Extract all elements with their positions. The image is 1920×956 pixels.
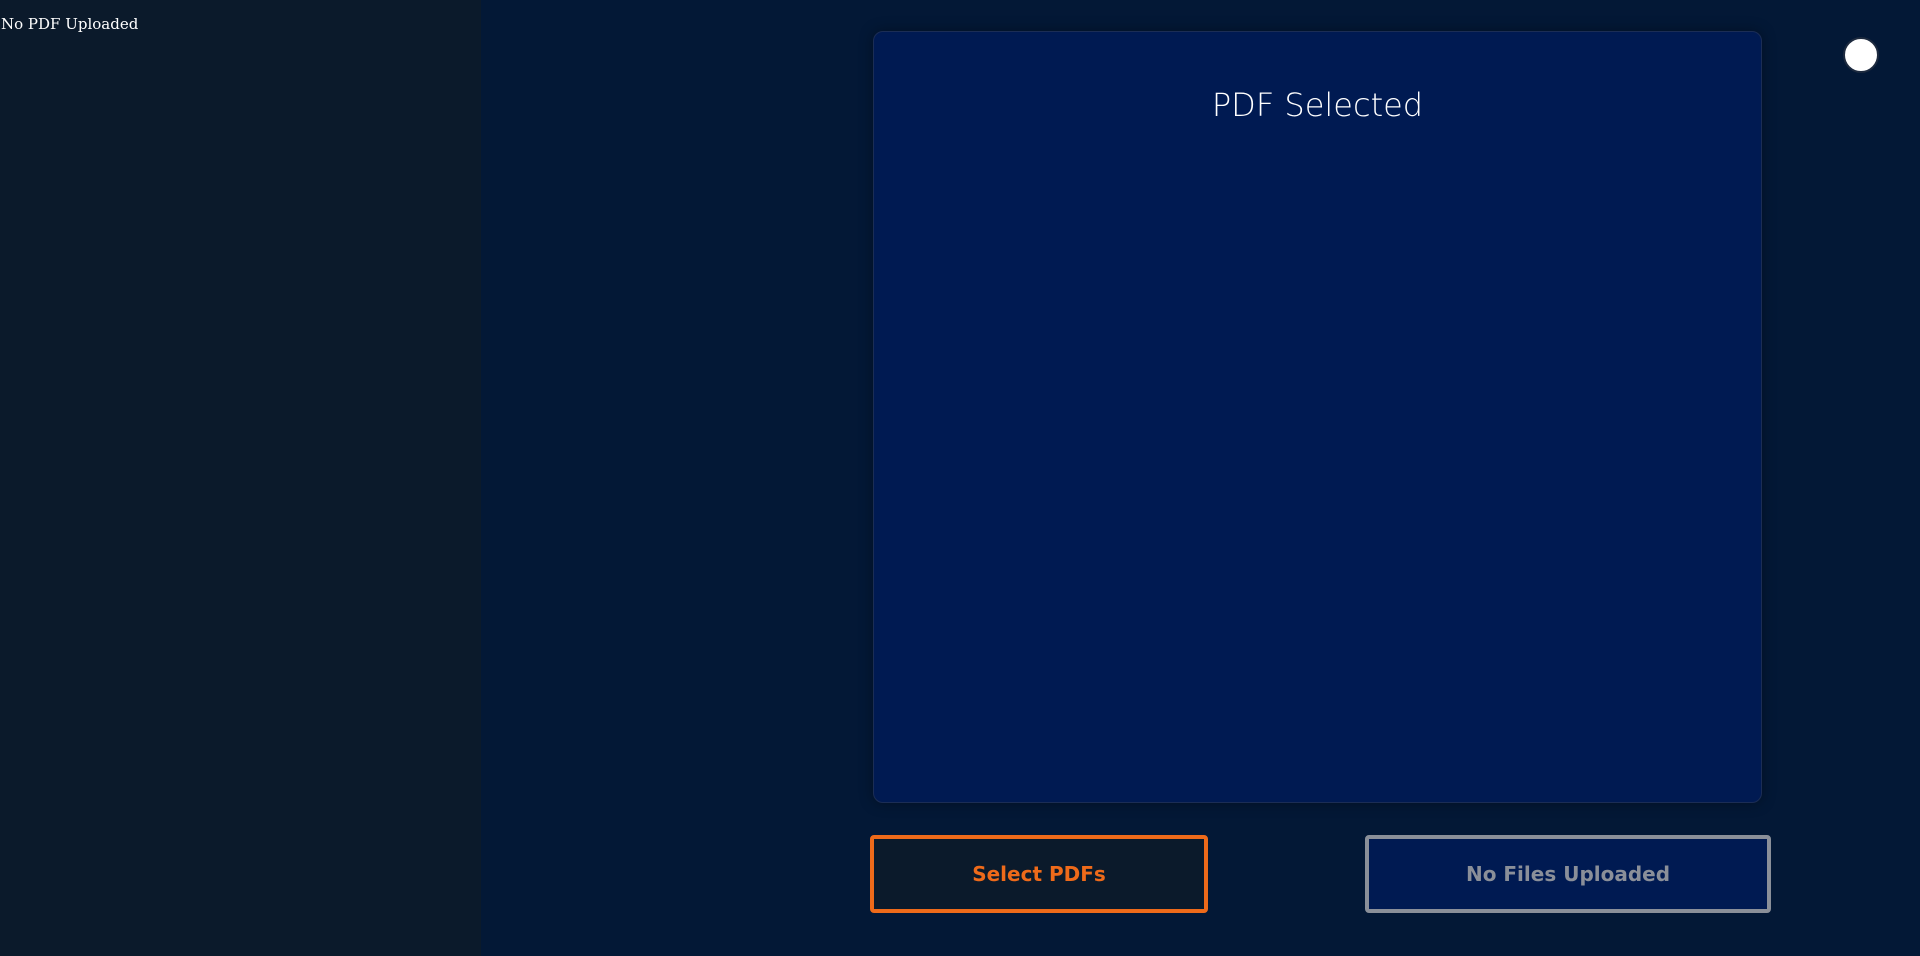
pdf-preview-panel: PDF Selected <box>873 31 1762 803</box>
upload-status-text: No PDF Uploaded <box>1 15 139 33</box>
theme-toggle-button[interactable] <box>1843 37 1879 73</box>
preview-title: PDF Selected <box>1211 86 1424 124</box>
select-pdfs-button[interactable]: Select PDFs <box>870 835 1208 913</box>
app-root: No PDF Uploaded PDF Selected Select PDFs… <box>0 0 1920 956</box>
sidebar: No PDF Uploaded <box>0 0 481 956</box>
upload-files-button[interactable]: No Files Uploaded <box>1365 835 1771 913</box>
